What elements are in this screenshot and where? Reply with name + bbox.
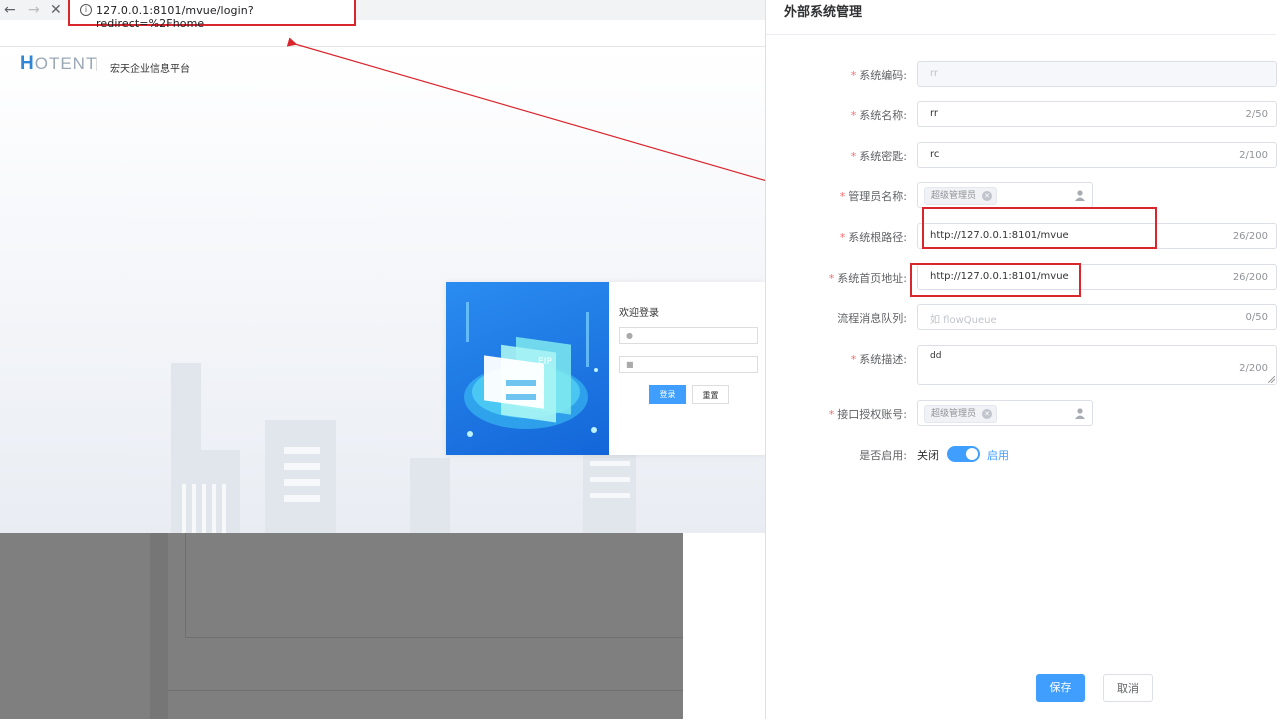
char-count: 2/50 <box>1245 109 1268 120</box>
auth-account-tag: 超级管理员 ✕ <box>924 405 998 423</box>
drawer-divider <box>766 34 1276 35</box>
label-home-url: * 系统首页地址: <box>828 272 907 285</box>
label-admin-name: * 管理员名称: <box>839 190 907 203</box>
char-count: 2/100 <box>1239 150 1268 161</box>
label-system-secret: * 系统密匙: <box>850 150 907 163</box>
user-icon[interactable] <box>1074 407 1086 419</box>
save-button[interactable]: 保存 <box>1036 674 1085 702</box>
char-count: 26/200 <box>1232 272 1268 283</box>
system-name-input[interactable]: rr 2/50 <box>917 101 1277 127</box>
char-count: 26/200 <box>1232 231 1268 242</box>
system-code-input[interactable]: rr <box>917 61 1277 87</box>
switch-knob <box>966 448 978 460</box>
admin-selector[interactable]: 超级管理员 ✕ <box>917 182 1093 208</box>
label-description: * 系统描述: <box>850 353 907 366</box>
label-auth-account: * 接口授权账号: <box>828 408 907 421</box>
label-root-path: * 系统根路径: <box>839 231 907 244</box>
admin-tag: 超级管理员 ✕ <box>924 187 998 205</box>
cancel-button[interactable]: 取消 <box>1103 674 1153 702</box>
drawer-title: 外部系统管理 <box>784 5 863 20</box>
description-textarea[interactable]: dd 2/200 <box>917 345 1277 385</box>
switch-off-label: 关闭 <box>917 449 939 462</box>
label-enabled: 是否启用: <box>859 449 907 462</box>
message-queue-input[interactable]: 如 flowQueue 0/50 <box>917 304 1277 330</box>
label-system-name: * 系统名称: <box>850 109 907 122</box>
tag-close-icon[interactable]: ✕ <box>982 409 993 419</box>
resize-handle-icon[interactable] <box>1268 376 1275 383</box>
annotation-box-home-url <box>910 263 1081 297</box>
enabled-switch[interactable] <box>947 446 980 462</box>
char-count: 0/50 <box>1245 312 1268 323</box>
label-message-queue: 流程消息队列: <box>837 312 907 325</box>
user-icon[interactable] <box>1074 189 1086 201</box>
system-secret-input[interactable]: rc 2/100 <box>917 142 1277 168</box>
switch-on-label: 启用 <box>987 449 1009 462</box>
tag-close-icon[interactable]: ✕ <box>982 191 993 201</box>
auth-account-selector[interactable]: 超级管理员 ✕ <box>917 400 1093 426</box>
label-system-code: * 系统编码: <box>850 69 907 82</box>
char-count: 2/200 <box>1239 363 1268 374</box>
external-system-drawer: 外部系统管理 * 系统编码: rr * 系统名称: rr 2/50 * 系统密匙: r… <box>765 0 1277 719</box>
annotation-box-root-path <box>922 207 1157 249</box>
